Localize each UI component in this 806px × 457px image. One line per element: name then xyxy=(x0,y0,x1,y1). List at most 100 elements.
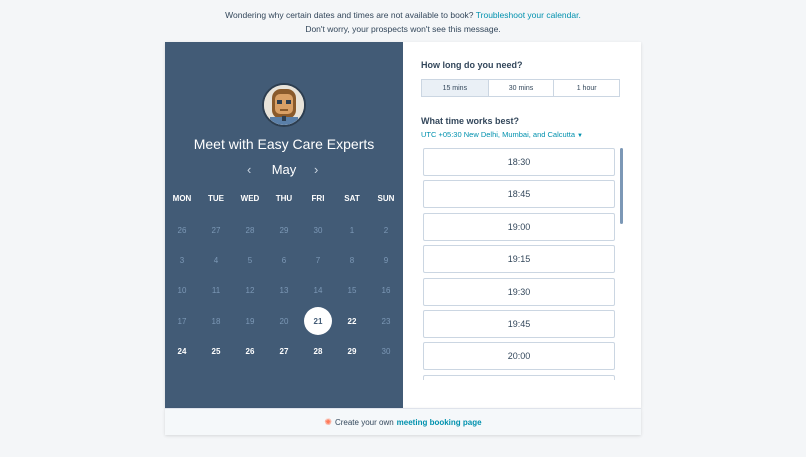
calendar-day: 2 xyxy=(369,215,403,245)
troubleshoot-notice: Wondering why certain dates and times ar… xyxy=(0,8,806,36)
caret-down-icon: ▼ xyxy=(577,133,583,139)
time-question: What time works best? xyxy=(421,116,520,126)
calendar-day[interactable]: 22 xyxy=(335,306,369,336)
calendar-day[interactable]: 27 xyxy=(267,337,301,367)
day-number: 21 xyxy=(304,307,332,336)
timezone-label: UTC +05:30 New Delhi, Mumbai, and Calcut… xyxy=(421,130,576,139)
calendar-day: 28 xyxy=(233,215,267,245)
day-number: 24 xyxy=(177,347,187,357)
calendar-panel: Meet with Easy Care Experts ‹ May › MON T… xyxy=(165,42,403,408)
day-number: 27 xyxy=(279,347,289,357)
weekday-label: TUE xyxy=(208,194,224,203)
calendar-day: 11 xyxy=(199,276,233,306)
calendar-day: 3 xyxy=(165,245,199,275)
time-slot-button[interactable]: 19:00 xyxy=(423,212,615,241)
duration-option[interactable]: 30 mins xyxy=(487,80,554,96)
day-number: 22 xyxy=(347,316,357,326)
calendar-day: 30 xyxy=(369,337,403,367)
day-number: 19 xyxy=(245,316,255,326)
duration-option[interactable]: 1 hour xyxy=(553,80,619,96)
weekday-label: SAT xyxy=(344,194,360,203)
day-number: 8 xyxy=(349,256,355,266)
chevron-right-icon[interactable]: › xyxy=(314,161,318,179)
day-number: 13 xyxy=(279,286,289,296)
day-number: 20 xyxy=(279,316,289,326)
month-label: May xyxy=(271,162,297,177)
day-number: 29 xyxy=(347,347,357,357)
weekday-label: FRI xyxy=(311,194,325,203)
calendar-day: 17 xyxy=(165,306,199,336)
weekday-header: MON TUE WED THU FRI SAT SUN xyxy=(165,194,403,203)
calendar-day-selected[interactable]: 21 xyxy=(301,306,335,336)
day-number: 3 xyxy=(179,256,185,266)
calendar-day: 8 xyxy=(335,245,369,275)
day-number: 7 xyxy=(315,256,321,266)
day-number: 11 xyxy=(211,286,221,296)
day-number: 23 xyxy=(381,316,391,326)
day-number: 14 xyxy=(313,286,323,296)
chevron-left-icon[interactable]: ‹ xyxy=(247,161,251,179)
day-number: 9 xyxy=(383,256,389,266)
calendar-day[interactable]: 26 xyxy=(233,337,267,367)
calendar-day: 23 xyxy=(369,306,403,336)
time-slot-button[interactable]: 19:45 xyxy=(423,309,615,338)
time-slot-button[interactable]: 19:15 xyxy=(423,245,615,274)
duration-selector: 15 mins 30 mins 1 hour xyxy=(421,79,620,97)
time-slot-button[interactable]: 18:30 xyxy=(423,148,615,176)
timezone-dropdown[interactable]: UTC +05:30 New Delhi, Mumbai, and Calcut… xyxy=(421,130,583,139)
calendar-day: 19 xyxy=(233,306,267,336)
calendar-day: 26 xyxy=(165,215,199,245)
day-number: 6 xyxy=(281,256,287,266)
time-slot-button[interactable]: 19:30 xyxy=(423,277,615,306)
hubspot-sprocket-icon: ✺ xyxy=(324,416,332,427)
options-panel: How long do you need? 15 mins 30 mins 1 ho… xyxy=(421,42,641,408)
calendar-day: 15 xyxy=(335,276,369,306)
calendar-day[interactable]: 29 xyxy=(335,337,369,367)
calendar-day[interactable]: 25 xyxy=(199,337,233,367)
weekday-label: THU xyxy=(275,194,293,203)
calendar-day: 27 xyxy=(199,215,233,245)
calendar-day: 30 xyxy=(301,215,335,245)
meeting-booking-page-link[interactable]: meeting booking page xyxy=(397,418,482,427)
day-number: 12 xyxy=(245,286,255,296)
time-slot-scrollbar[interactable] xyxy=(620,148,623,224)
avatar-image xyxy=(264,85,304,125)
calendar-day: 13 xyxy=(267,276,301,306)
day-number: 26 xyxy=(177,225,187,235)
calendar-day: 12 xyxy=(233,276,267,306)
duration-option[interactable]: 15 mins xyxy=(422,80,488,96)
time-slot-list: 18:30 18:45 19:00 19:15 19:30 19:45 20:00 xyxy=(423,148,619,380)
day-number: 27 xyxy=(211,225,221,235)
calendar-day[interactable]: 24 xyxy=(165,337,199,367)
calendar-day: 6 xyxy=(267,245,301,275)
day-number: 26 xyxy=(245,347,255,357)
calendar-day[interactable]: 28 xyxy=(301,337,335,367)
day-number: 28 xyxy=(245,225,255,235)
time-slot-button[interactable] xyxy=(423,374,615,380)
time-slot-button[interactable]: 18:45 xyxy=(423,180,615,209)
calendar-day: 4 xyxy=(199,245,233,275)
calendar-day: 20 xyxy=(267,306,301,336)
weekday-label: SUN xyxy=(377,194,395,203)
day-number: 16 xyxy=(381,286,391,296)
day-number: 28 xyxy=(313,347,323,357)
day-number: 25 xyxy=(211,347,221,357)
calendar-day: 29 xyxy=(267,215,301,245)
day-number: 18 xyxy=(211,316,221,326)
weekday-label: WED xyxy=(240,194,260,203)
footer-bar: ✺ Create your own meeting booking page xyxy=(165,408,641,435)
month-navigation: ‹ May › xyxy=(165,161,403,179)
time-slot-button[interactable]: 20:00 xyxy=(423,342,615,371)
footer-text: Create your own xyxy=(334,417,394,427)
day-number: 1 xyxy=(349,225,355,235)
calendar-day: 10 xyxy=(165,276,199,306)
day-number: 5 xyxy=(247,256,253,266)
troubleshoot-calendar-link[interactable]: Troubleshoot your calendar. xyxy=(476,10,581,20)
booking-card: Meet with Easy Care Experts ‹ May › MON T… xyxy=(165,42,641,408)
calendar-day: 14 xyxy=(301,276,335,306)
day-number: 30 xyxy=(381,347,391,357)
day-number: 2 xyxy=(383,225,389,235)
calendar-day: 1 xyxy=(335,215,369,245)
calendar-day: 18 xyxy=(199,306,233,336)
calendar-grid: 26 27 28 29 30 1 2 3 4 5 6 7 8 9 10 11 12 13 14 15 16 17 18 19 2… xyxy=(165,215,403,367)
